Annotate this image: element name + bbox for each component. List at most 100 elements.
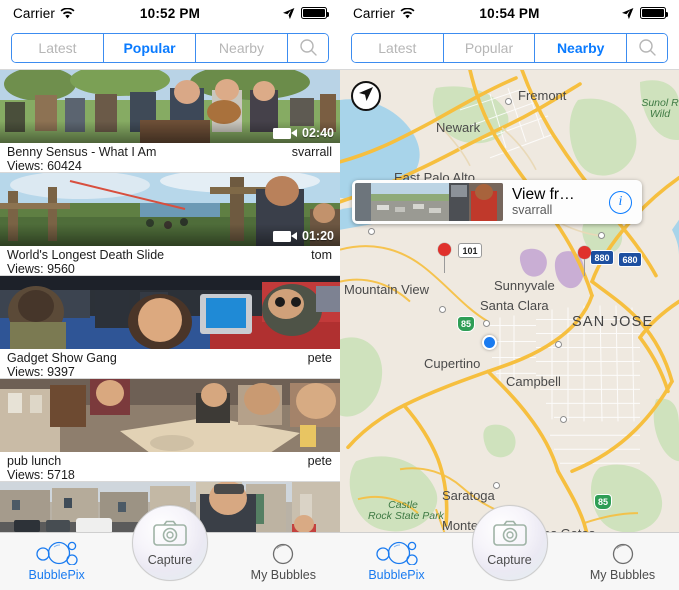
- compass-button[interactable]: [351, 81, 381, 111]
- duration-label: 01:20: [302, 229, 334, 243]
- capture-label: Capture: [487, 552, 532, 567]
- thumbnail-art-pub-lunch: [0, 379, 340, 452]
- route-shield-85a: 85: [457, 316, 475, 332]
- search-icon: [638, 38, 657, 57]
- map-town-marker: [483, 320, 490, 327]
- video-thumbnail[interactable]: 02:40: [0, 69, 340, 143]
- map-town-marker: [493, 482, 500, 489]
- route-shield-880: 880: [590, 250, 614, 265]
- callout-thumbnail[interactable]: [355, 183, 503, 221]
- duration-label: 02:40: [302, 126, 334, 140]
- list-item[interactable]: 02:40 Benny Sensus - What I Am svarrall …: [0, 69, 340, 173]
- tab-my-bubbles-left[interactable]: My Bubbles: [227, 533, 340, 582]
- tab-my-bubbles-right[interactable]: My Bubbles: [566, 533, 679, 582]
- segmented-control-wrap-right: Latest Popular Nearby: [340, 26, 679, 69]
- tab-latest-left[interactable]: Latest: [12, 33, 104, 62]
- video-author: tom: [311, 248, 332, 262]
- map-town-marker: [439, 306, 446, 313]
- map-pin-head: [438, 243, 451, 256]
- battery-full-icon: [640, 7, 669, 19]
- tab-popular-left[interactable]: Popular: [104, 33, 196, 62]
- tab-bar-left: BubblePix My Bubbles Capture: [0, 505, 340, 590]
- callout-title: View fr…: [512, 186, 575, 203]
- video-thumbnail[interactable]: [0, 275, 340, 349]
- camera-icon: [153, 520, 187, 551]
- list-item-meta: Gadget Show Gang pete Views: 9397: [0, 349, 340, 379]
- list-item-meta: Benny Sensus - What I Am svarrall Views:…: [0, 143, 340, 173]
- search-button-right[interactable]: [627, 33, 667, 62]
- duration-badge: 01:20: [273, 229, 334, 243]
- callout-subtitle: svarrall: [512, 203, 553, 217]
- map-pin[interactable]: [438, 243, 451, 273]
- tab-bar-right: BubblePix My Bubbles Capture: [340, 505, 679, 590]
- list-item-meta: World's Longest Death Slide tom Views: 9…: [0, 246, 340, 276]
- list-item[interactable]: pub lunch pete Views: 5718: [0, 378, 340, 482]
- tab-label: BubblePix: [28, 568, 85, 582]
- video-views: Views: 9560: [7, 262, 75, 276]
- segmented-control-right[interactable]: Latest Popular Nearby: [351, 32, 668, 63]
- clock-label: 10:52 PM: [139, 5, 201, 21]
- capture-label: Capture: [147, 552, 193, 567]
- map-pin[interactable]: [578, 246, 591, 276]
- bubbles-icon: [34, 540, 80, 565]
- tab-nearby-left[interactable]: Nearby: [196, 33, 288, 62]
- route-shield-101: 101: [458, 243, 482, 258]
- bubbles-icon: [374, 540, 420, 565]
- battery-full-icon: [301, 7, 330, 19]
- tab-popular-right[interactable]: Popular: [443, 33, 536, 62]
- tab-label: My Bubbles: [589, 568, 656, 582]
- map-callout[interactable]: View fr… svarrall i: [352, 180, 642, 224]
- thumbnail-art-gadget-show: [0, 276, 340, 349]
- video-views: Views: 9397: [7, 365, 75, 379]
- video-camera-icon: [273, 127, 298, 139]
- right-phone-screen: Carrier 10:54 PM Latest Popular Nearby F…: [340, 0, 679, 590]
- video-title: pub lunch: [7, 454, 62, 468]
- list-item[interactable]: 01:20 World's Longest Death Slide tom Vi…: [0, 172, 340, 276]
- tab-bubblepix-left[interactable]: BubblePix: [0, 533, 113, 582]
- map-town-marker: [505, 98, 512, 105]
- duration-badge: 02:40: [273, 126, 334, 140]
- map-town-marker: [368, 228, 375, 235]
- video-thumbnail[interactable]: 01:20: [0, 172, 340, 246]
- tab-bubblepix-right[interactable]: BubblePix: [340, 533, 453, 582]
- video-views: Views: 60424: [7, 159, 82, 173]
- video-views: Views: 5718: [7, 468, 75, 482]
- camera-icon: [492, 520, 527, 551]
- video-title: Benny Sensus - What I Am: [7, 145, 157, 159]
- status-bar-right: Carrier 10:54 PM: [340, 0, 679, 26]
- video-title: Gadget Show Gang: [7, 351, 117, 365]
- route-shield-85b: 85: [594, 494, 612, 510]
- bubble-outline-icon: [611, 540, 635, 565]
- bubble-outline-icon: [271, 540, 295, 565]
- map-town-marker: [560, 416, 567, 423]
- left-phone-screen: Carrier 10:52 PM Latest Popular Nearby 0…: [0, 0, 340, 590]
- clock-label: 10:54 PM: [479, 5, 540, 21]
- info-circle-icon[interactable]: i: [609, 190, 632, 214]
- dual-phone-screenshot: Carrier 10:52 PM Latest Popular Nearby 0…: [0, 0, 679, 590]
- map-town-marker: [598, 232, 605, 239]
- callout-text: View fr… svarrall: [503, 186, 609, 218]
- tab-nearby-right[interactable]: Nearby: [535, 33, 628, 62]
- map-pin-stick: [583, 259, 586, 276]
- callout-thumbnail-art: [355, 183, 503, 221]
- capture-button-right[interactable]: Capture: [471, 505, 548, 581]
- video-author: svarrall: [291, 145, 332, 159]
- video-thumbnail[interactable]: [0, 378, 340, 452]
- list-item-meta: pub lunch pete Views: 5718: [0, 452, 340, 482]
- tab-latest-right[interactable]: Latest: [352, 33, 444, 62]
- route-shield-680: 680: [618, 252, 642, 267]
- video-title: World's Longest Death Slide: [7, 248, 165, 262]
- user-location-marker: [482, 335, 497, 350]
- tab-label: My Bubbles: [250, 568, 316, 582]
- video-camera-icon: [273, 230, 298, 242]
- map-pin-stick: [443, 256, 446, 273]
- segmented-control-left[interactable]: Latest Popular Nearby: [11, 32, 329, 63]
- status-bar-left: Carrier 10:52 PM: [0, 0, 340, 26]
- video-author: pete: [307, 454, 332, 468]
- capture-button-left[interactable]: Capture: [132, 505, 208, 581]
- tab-label: BubblePix: [368, 568, 425, 582]
- search-button-left[interactable]: [288, 33, 328, 62]
- video-author: pete: [307, 351, 332, 365]
- list-item[interactable]: Gadget Show Gang pete Views: 9397: [0, 275, 340, 379]
- search-icon: [299, 38, 318, 57]
